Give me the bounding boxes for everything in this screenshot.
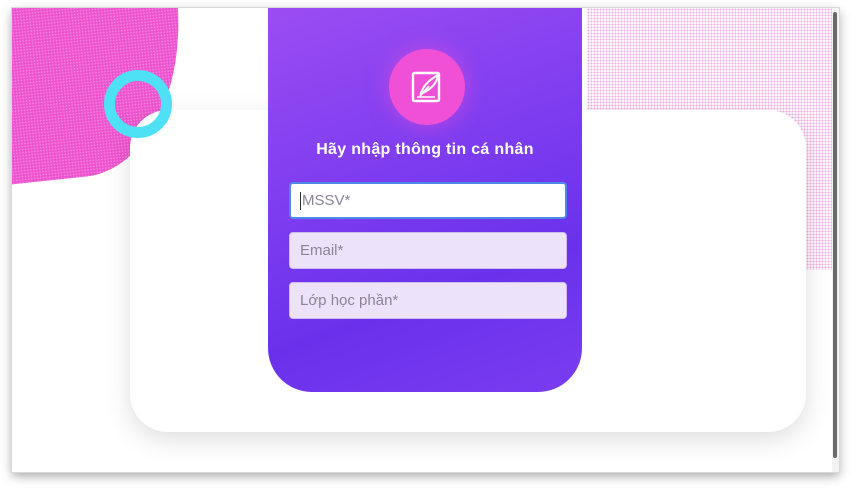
form-heading: Hãy nhập thông tin cá nhân: [316, 141, 534, 158]
mssv-placeholder: MSSV*: [302, 192, 351, 209]
login-panel: Hãy nhập thông tin cá nhân MSSV* Email* …: [268, 8, 582, 392]
email-input[interactable]: Email*: [289, 232, 567, 269]
edit-note-icon: [389, 49, 465, 125]
decorative-ring: [104, 70, 172, 138]
mssv-input[interactable]: MSSV*: [289, 182, 567, 219]
text-cursor: [300, 191, 301, 210]
email-placeholder: Email*: [300, 242, 344, 259]
class-section-placeholder: Lớp học phần*: [300, 292, 399, 309]
scrollbar-thumb[interactable]: [833, 12, 837, 458]
browser-viewport: Hãy nhập thông tin cá nhân MSSV* Email* …: [12, 8, 839, 472]
class-section-input[interactable]: Lớp học phần*: [289, 282, 567, 319]
